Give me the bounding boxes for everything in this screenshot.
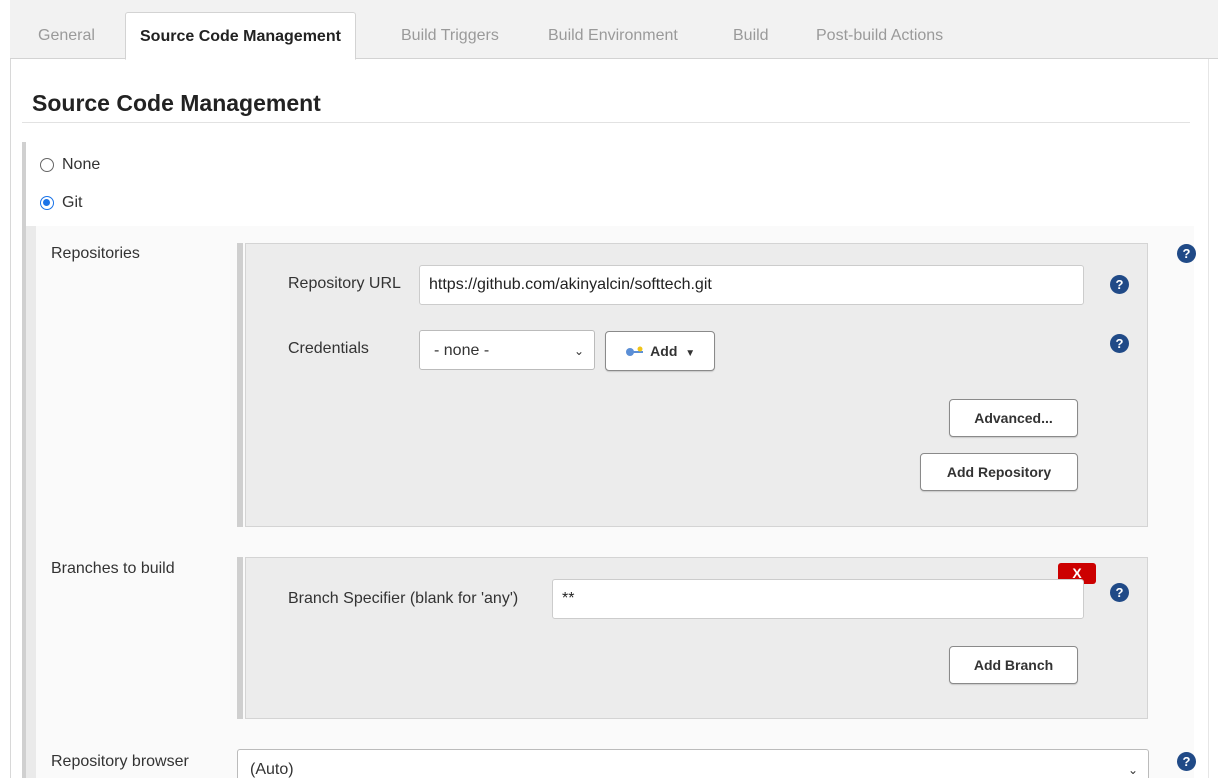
repositories-help-icon[interactable]: ? [1177, 244, 1196, 263]
add-credentials-button[interactable]: Add ▼ [605, 331, 715, 371]
section-divider [22, 122, 1190, 123]
repository-browser-help-icon[interactable]: ? [1177, 752, 1196, 771]
repository-url-help-icon[interactable]: ? [1110, 275, 1129, 294]
credentials-select[interactable]: - none - ⌄ [419, 330, 595, 370]
branches-panel-bar [237, 557, 243, 719]
git-config-bar [26, 226, 36, 778]
tab-build-environment[interactable]: Build Environment [534, 12, 692, 60]
repository-url-label: Repository URL [288, 275, 401, 292]
tab-post-build-actions[interactable]: Post-build Actions [802, 12, 957, 60]
branch-specifier-help-icon[interactable]: ? [1110, 583, 1129, 602]
add-credentials-label: Add [650, 343, 678, 359]
config-tab-bar: General Source Code Management Build Tri… [10, 0, 1218, 60]
repositories-label: Repositories [51, 245, 140, 262]
add-branch-button[interactable]: Add Branch [949, 646, 1078, 684]
credentials-help-icon[interactable]: ? [1110, 334, 1129, 353]
tab-source-code-management[interactable]: Source Code Management [125, 12, 356, 60]
content-left-border [10, 59, 11, 778]
add-repository-button[interactable]: Add Repository [920, 453, 1078, 491]
scm-option-git[interactable]: Git [40, 193, 82, 213]
radio-git-label: Git [62, 194, 83, 211]
repositories-panel-bar [237, 243, 243, 527]
repository-url-input[interactable]: https://github.com/akinyalcin/softtech.g… [419, 265, 1084, 305]
repository-browser-select[interactable]: (Auto) ⌄ [237, 749, 1149, 778]
tab-build-triggers[interactable]: Build Triggers [387, 12, 513, 60]
branch-specifier-input[interactable]: ** [552, 579, 1084, 619]
content-right-border [1208, 59, 1209, 778]
branch-specifier-label: Branch Specifier (blank for 'any') [288, 590, 519, 607]
caret-down-icon: ▼ [685, 348, 696, 359]
credentials-selected-value: - none - [434, 342, 490, 359]
chevron-down-icon: ⌄ [1127, 763, 1138, 777]
radio-none-label: None [62, 156, 101, 173]
section-title: Source Code Management [32, 90, 321, 116]
credentials-label: Credentials [288, 340, 369, 357]
repository-browser-selected-value: (Auto) [250, 761, 294, 778]
key-icon [625, 346, 643, 357]
branches-label: Branches to build [51, 560, 175, 577]
advanced-button[interactable]: Advanced... [949, 399, 1078, 437]
scm-option-none[interactable]: None [40, 155, 100, 175]
tab-general[interactable]: General [24, 12, 109, 60]
radio-none[interactable] [40, 158, 54, 172]
repository-browser-label: Repository browser [51, 753, 189, 770]
radio-git[interactable] [40, 196, 54, 210]
chevron-down-icon: ⌄ [573, 344, 584, 358]
tab-build[interactable]: Build [719, 12, 783, 60]
